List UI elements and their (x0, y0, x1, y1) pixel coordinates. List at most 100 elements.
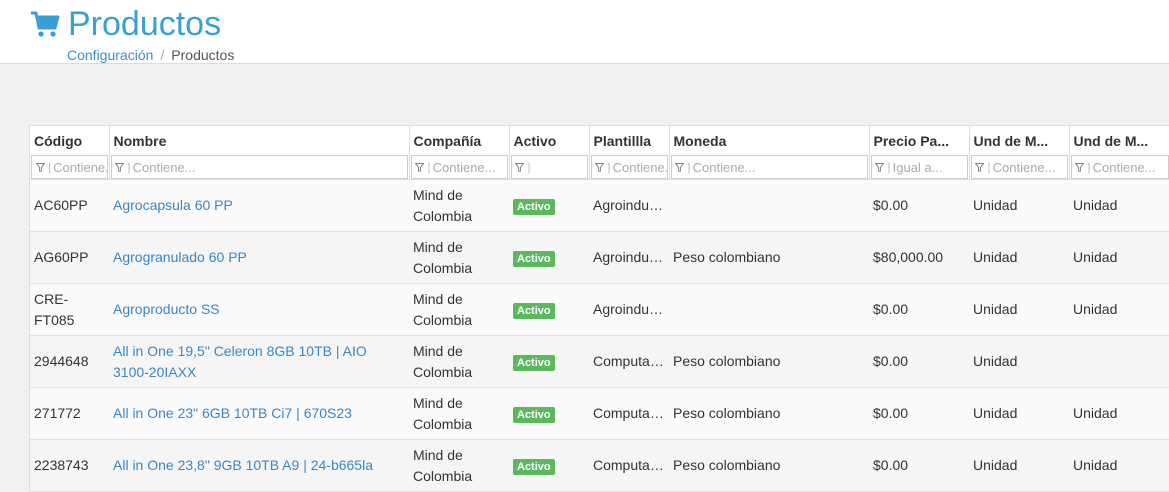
filter-icon[interactable] (972, 162, 988, 172)
filter-icon[interactable] (872, 162, 888, 172)
cell-precio: $0.00 (869, 283, 969, 336)
cell-codigo: 2944648 (30, 335, 109, 388)
cell-nombre: Agrogranulado 60 PP (109, 231, 409, 284)
filter-und-medida-1: | (970, 155, 1068, 179)
cell-compania: Mind de Colombia (409, 439, 509, 492)
column-header-plantilla[interactable]: Plantillla (589, 126, 670, 155)
filter-cell: | (409, 155, 510, 180)
status-badge: Activo (513, 459, 555, 475)
filter-und-medida-2: | (1070, 155, 1169, 179)
filter-input-compania[interactable] (432, 159, 507, 175)
table-row[interactable]: 271772 All in One 23" 6GB 10TB Ci7 | 670… (30, 387, 1169, 440)
table-row[interactable]: 2238743 All in One 23,8" 9GB 10TB A9 | 2… (30, 439, 1169, 492)
cell-activo: Activo (509, 283, 589, 336)
status-badge: Activo (513, 251, 555, 267)
cell-codigo: AC60PP (30, 179, 109, 232)
cell-precio: $0.00 (869, 387, 969, 440)
table-row[interactable]: CRE-FT085 Agroproducto SS Mind de Colomb… (30, 283, 1169, 336)
filter-icon[interactable] (512, 162, 528, 172)
filter-icon[interactable] (32, 162, 48, 172)
status-badge: Activo (513, 303, 555, 319)
cell-compania: Mind de Colombia (409, 335, 509, 388)
cell-plantilla: Agroindustria (589, 283, 669, 336)
cell-compania: Mind de Colombia (409, 179, 509, 232)
table-row[interactable]: 2944648 All in One 19,5" Celeron 8GB 10T… (30, 335, 1169, 388)
filter-cell: | (30, 155, 110, 180)
table-row[interactable]: AC60PP Agrocapsula 60 PP Mind de Colombi… (30, 179, 1169, 232)
cell-moneda (669, 283, 869, 336)
breadcrumb-separator: / (160, 47, 165, 63)
column-header-und-medida-2[interactable]: Und de M... (1069, 126, 1169, 155)
column-header-precio[interactable]: Precio Pa... (869, 126, 970, 155)
status-badge: Activo (513, 355, 555, 371)
cell-plantilla: Computadores (589, 335, 669, 388)
column-header-nombre[interactable]: Nombre (109, 126, 410, 155)
cell-precio: $0.00 (869, 439, 969, 492)
product-link[interactable]: All in One 23,8" 9GB 10TB A9 | 24-b665la (113, 457, 373, 473)
filter-cell: | (969, 155, 1070, 180)
filter-input-und-medida-1[interactable] (992, 159, 1067, 175)
filter-icon[interactable] (672, 162, 688, 172)
cell-precio: $80,000.00 (869, 231, 969, 284)
column-header-activo[interactable]: Activo (509, 126, 590, 155)
column-header-codigo[interactable]: Código (30, 126, 110, 155)
column-header-compania[interactable]: Compañía (409, 126, 510, 155)
cell-plantilla: Agroindustria (589, 231, 669, 284)
filter-icon[interactable] (412, 162, 428, 172)
cell-moneda: Peso colombiano (669, 439, 869, 492)
filter-row: | | | | | | | | | (30, 155, 1169, 180)
filter-input-nombre[interactable] (132, 159, 407, 175)
cell-nombre: Agrocapsula 60 PP (109, 179, 409, 232)
filter-input-moneda[interactable] (692, 159, 867, 175)
column-header-moneda[interactable]: Moneda (669, 126, 870, 155)
cell-codigo: AG60PP (30, 231, 109, 284)
filter-cell: | (109, 155, 410, 180)
filter-icon[interactable] (112, 162, 128, 172)
cell-nombre: All in One 23,8" 9GB 10TB A9 | 24-b665la (109, 439, 409, 492)
cell-plantilla: Computadores (589, 387, 669, 440)
filter-codigo: | (31, 155, 108, 179)
breadcrumb-link-configuracion[interactable]: Configuración (67, 47, 153, 63)
filter-input-und-medida-2[interactable] (1092, 159, 1168, 175)
filter-precio: | (870, 155, 968, 179)
page-title: Productos (68, 5, 222, 43)
filter-input-activo[interactable] (532, 159, 587, 175)
filter-activo: | (510, 155, 588, 179)
cell-codigo: 2238743 (30, 439, 109, 492)
product-link[interactable]: Agroproducto SS (113, 301, 220, 317)
products-grid: Código Nombre Compañía Activo Plantillla… (29, 125, 1169, 492)
cell-plantilla: Agroindustria (589, 179, 669, 232)
product-link[interactable]: All in One 19,5" Celeron 8GB 10TB | AIO … (113, 343, 367, 380)
cell-activo: Activo (509, 387, 589, 440)
filter-cell: | (869, 155, 970, 180)
cell-und-medida-2: Unidad (1069, 231, 1169, 284)
products-table: Código Nombre Compañía Activo Plantillla… (30, 126, 1169, 492)
cell-activo: Activo (509, 179, 589, 232)
filter-icon[interactable] (592, 162, 608, 172)
cell-compania: Mind de Colombia (409, 283, 509, 336)
cell-compania: Mind de Colombia (409, 231, 509, 284)
filter-input-codigo[interactable] (53, 159, 107, 175)
filter-icon[interactable] (1072, 162, 1088, 172)
product-link[interactable]: Agrogranulado 60 PP (113, 249, 247, 265)
cell-activo: Activo (509, 335, 589, 388)
filter-input-precio[interactable] (892, 159, 967, 175)
product-link[interactable]: Agrocapsula 60 PP (113, 197, 233, 213)
filter-cell: | (1069, 155, 1169, 180)
cell-moneda (669, 179, 869, 232)
table-row[interactable]: AG60PP Agrogranulado 60 PP Mind de Colom… (30, 231, 1169, 284)
product-link[interactable]: All in One 23" 6GB 10TB Ci7 | 670S23 (113, 405, 352, 421)
filter-input-plantilla[interactable] (612, 159, 667, 175)
cell-nombre: Agroproducto SS (109, 283, 409, 336)
header-row: Código Nombre Compañía Activo Plantillla… (30, 126, 1169, 155)
cell-compania: Mind de Colombia (409, 387, 509, 440)
column-header-und-medida-1[interactable]: Und de M... (969, 126, 1070, 155)
cell-activo: Activo (509, 231, 589, 284)
cell-nombre: All in One 23" 6GB 10TB Ci7 | 670S23 (109, 387, 409, 440)
cell-und-medida-1: Unidad (969, 179, 1069, 232)
cell-und-medida-2: Unidad (1069, 179, 1169, 232)
cell-und-medida-2 (1069, 335, 1169, 388)
cell-moneda: Peso colombiano (669, 335, 869, 388)
cell-activo: Activo (509, 439, 589, 492)
cell-und-medida-2: Unidad (1069, 387, 1169, 440)
